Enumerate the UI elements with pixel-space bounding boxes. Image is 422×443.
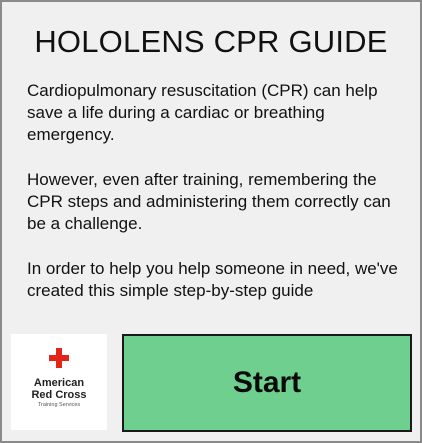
red-cross-icon [49, 348, 69, 368]
intro-paragraph-3: In order to help you help someone in nee… [27, 259, 398, 300]
logo-text-american: American [33, 377, 85, 389]
logo-text-red-cross: Red Cross [31, 389, 87, 401]
start-button[interactable]: Start [122, 334, 412, 432]
intro-paragraph-1: Cardiopulmonary resuscitation (CPR) can … [27, 81, 378, 144]
intro-paragraph-2: However, even after training, rememberin… [27, 170, 391, 233]
cpr-guide-panel: HOLOLENS CPR GUIDE Cardiopulmonary resus… [0, 0, 422, 443]
red-cross-logo: American Red Cross Training Services [11, 334, 107, 430]
page-title: HOLOLENS CPR GUIDE [34, 24, 388, 59]
logo-text-training-services: Training Services [37, 402, 81, 408]
start-button-label: Start [232, 366, 302, 399]
